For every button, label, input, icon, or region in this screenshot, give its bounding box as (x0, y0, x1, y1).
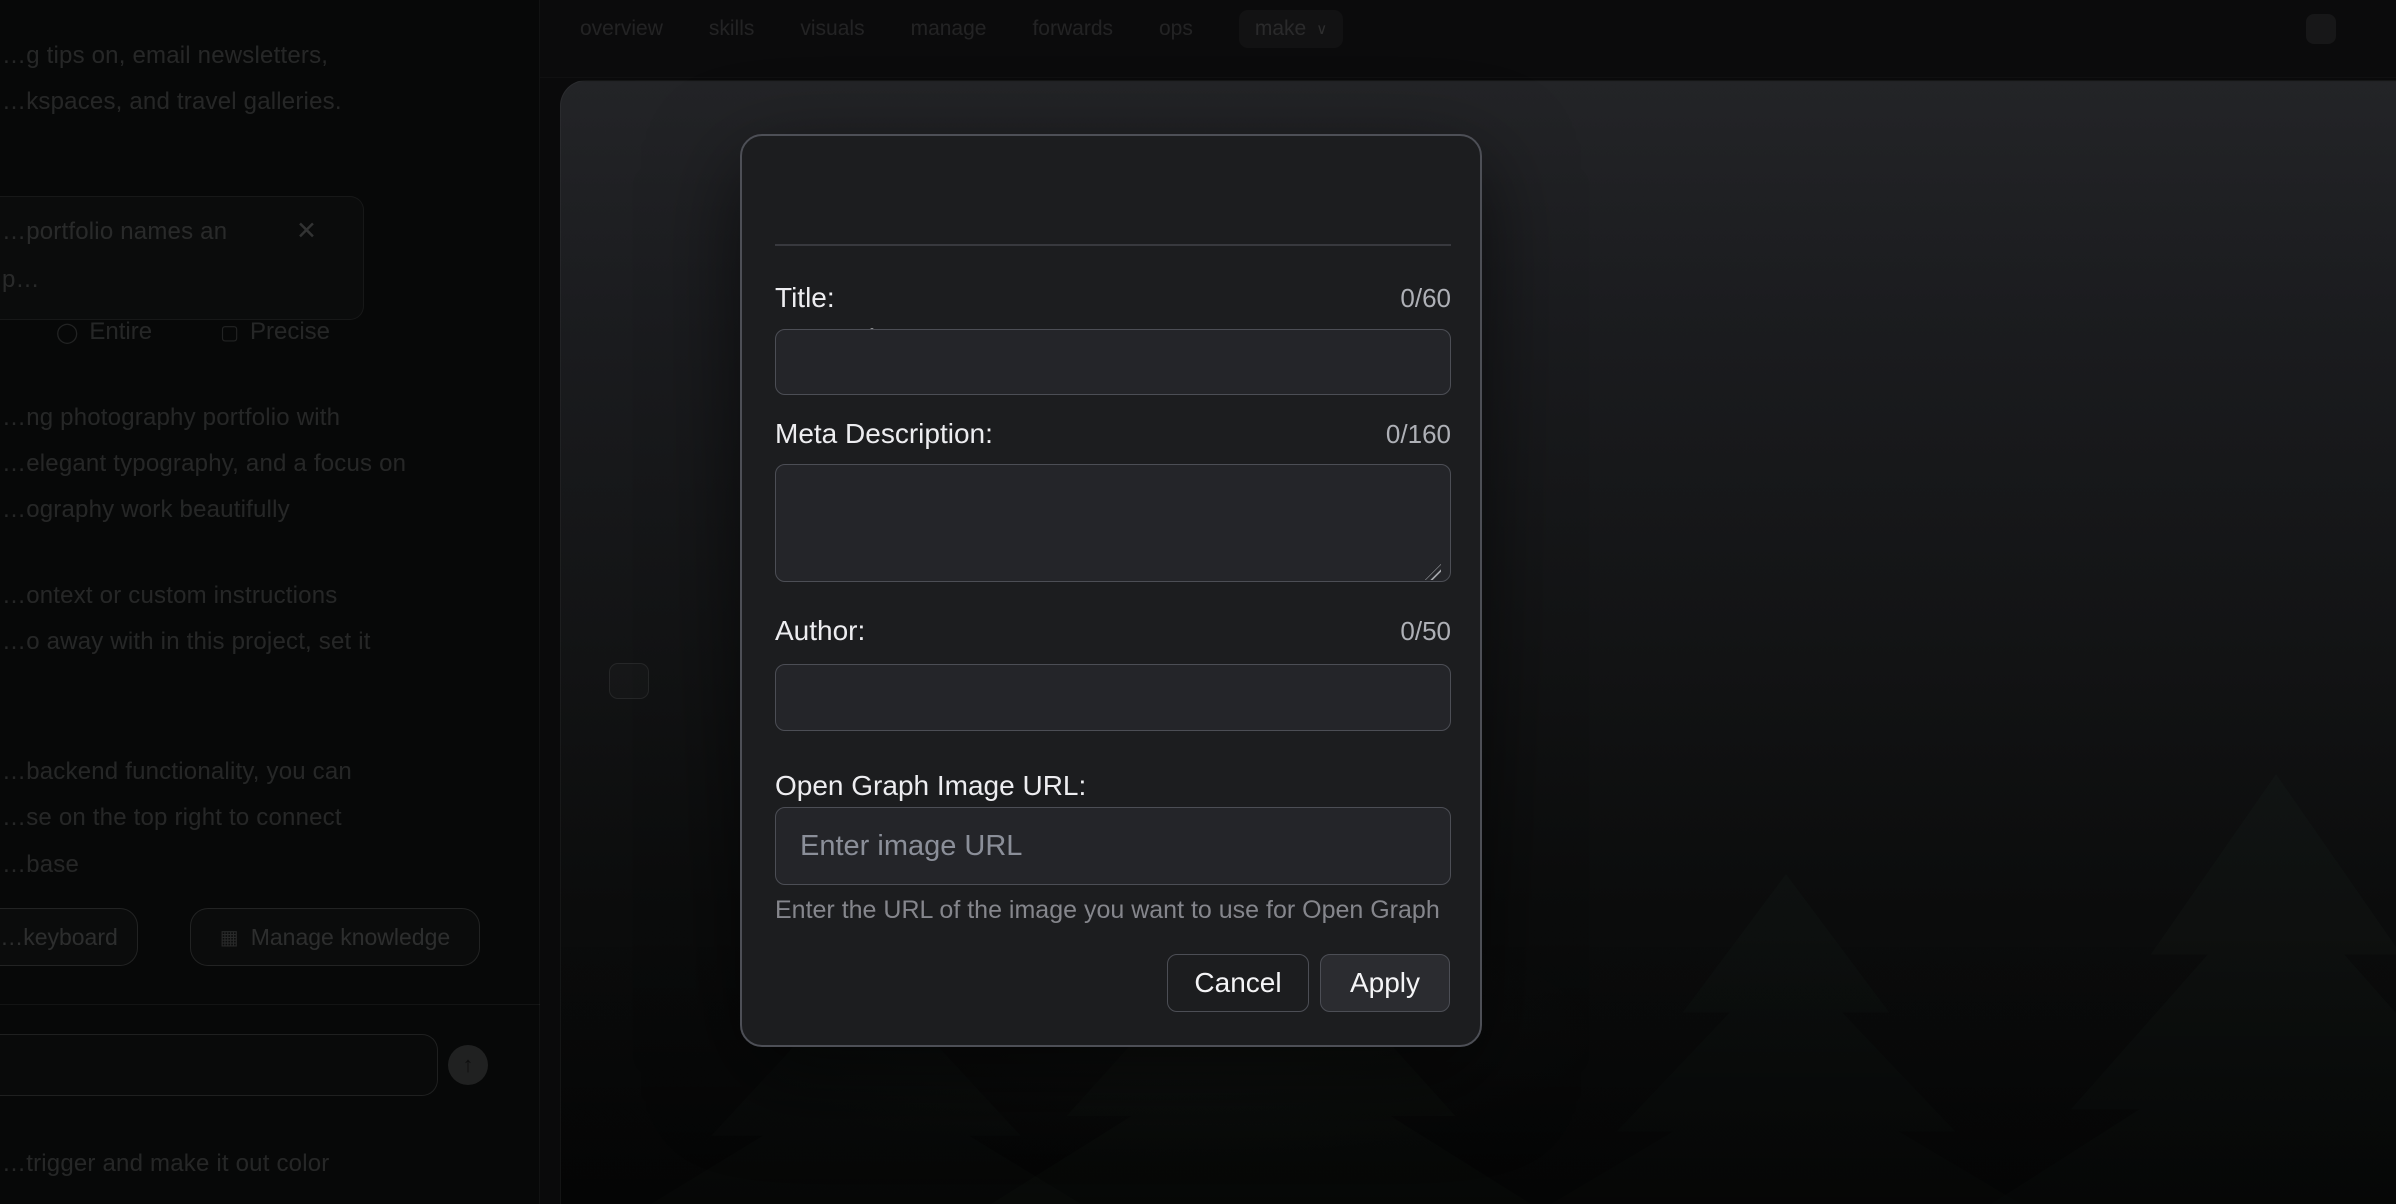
nav-item-ops[interactable]: ops (1159, 17, 1193, 41)
topbar-nav: overview skills visuals manage forwards … (580, 0, 1343, 58)
mode-toggle-precise[interactable]: ▢ Precise (220, 318, 330, 346)
chat-text-line: …base (2, 851, 79, 879)
sidebar-footer-line: …trigger and make it out color (2, 1150, 329, 1178)
send-button[interactable]: ↑ (448, 1045, 488, 1085)
chat-text-line: …ng photography portfolio with (2, 404, 340, 432)
chat-text-line: …o away with in this project, set it (2, 628, 371, 656)
meta-description-label: Meta Description: (775, 418, 993, 450)
author-input[interactable] (775, 664, 1451, 731)
chat-input[interactable] (0, 1034, 438, 1096)
chat-text-line: …elegant typography, and a focus on (2, 450, 406, 478)
grid-icon: ▦ (220, 925, 239, 950)
mode-toggle-entire[interactable]: ◯ Entire (56, 318, 152, 346)
nav-item-visuals[interactable]: visuals (800, 17, 864, 41)
author-label: Author: (775, 615, 865, 647)
sidebar: …g tips on, email newsletters, …kspaces,… (0, 0, 540, 1204)
chat-text-line: …se on the top right to connect (2, 804, 342, 832)
sidebar-text-line: …g tips on, email newsletters, (2, 42, 328, 70)
sidebar-text-line: …kspaces, and travel galleries. (2, 88, 342, 116)
circle-icon: ◯ (56, 320, 78, 345)
chat-text-line: …ography work beautifully (2, 496, 290, 524)
title-label: Title: (775, 282, 835, 314)
meta-description-textarea[interactable] (775, 464, 1451, 582)
topbar-action-icon[interactable] (2306, 14, 2336, 44)
chat-text-line: …ontext or custom instructions (2, 582, 337, 610)
square-icon: ▢ (220, 320, 239, 345)
og-image-url-label: Open Graph Image URL: (775, 770, 1086, 802)
og-image-url-input[interactable] (775, 807, 1451, 885)
mode-toggle-row: ◯ Entire ▢ Precise (56, 318, 330, 346)
settings-dialog: Settings Title: 0/60 Meta Description: 0… (740, 134, 1482, 1047)
mode-label: Precise (250, 318, 330, 346)
manage-knowledge-label: Manage knowledge (251, 924, 450, 951)
nav-item-skills[interactable]: skills (709, 17, 755, 41)
apply-button[interactable]: Apply (1320, 954, 1450, 1012)
mode-label: Entire (89, 318, 152, 346)
title-field-header: Title: 0/60 (775, 282, 1451, 314)
title-input[interactable] (775, 329, 1451, 395)
sidebar-divider (0, 1004, 540, 1005)
make-dropdown[interactable]: make ∨ (1239, 10, 1343, 48)
send-icon: ↑ (463, 1052, 474, 1078)
context-card (0, 196, 364, 320)
dialog-divider (775, 244, 1451, 246)
meta-description-counter: 0/160 (1386, 419, 1451, 450)
author-field-header: Author: 0/50 (775, 615, 1451, 647)
context-card-subtitle: p… (2, 266, 40, 294)
close-icon[interactable]: ✕ (296, 216, 317, 246)
nav-item-overview[interactable]: overview (580, 17, 663, 41)
context-card-title: …portfolio names an (2, 218, 227, 246)
nav-item-forwards[interactable]: forwards (1032, 17, 1113, 41)
title-counter: 0/60 (1400, 283, 1451, 314)
keyboard-button[interactable]: …keyboard (0, 908, 138, 966)
og-help-text: Enter the URL of the image you want to u… (775, 896, 1440, 925)
keyboard-button-label: …keyboard (0, 924, 118, 951)
manage-knowledge-button[interactable]: ▦ Manage knowledge (190, 908, 480, 966)
nav-item-manage[interactable]: manage (911, 17, 987, 41)
og-field-header: Open Graph Image URL: (775, 770, 1451, 802)
cancel-button[interactable]: Cancel (1167, 954, 1309, 1012)
chat-text-line: …backend functionality, you can (2, 758, 352, 786)
canvas-button[interactable] (609, 663, 649, 699)
make-dropdown-label: make (1255, 17, 1306, 41)
meta-field-header: Meta Description: 0/160 (775, 418, 1451, 450)
app-window: overview skills visuals manage forwards … (0, 0, 2396, 1204)
chevron-down-icon: ∨ (1316, 20, 1327, 38)
author-counter: 0/50 (1400, 616, 1451, 647)
